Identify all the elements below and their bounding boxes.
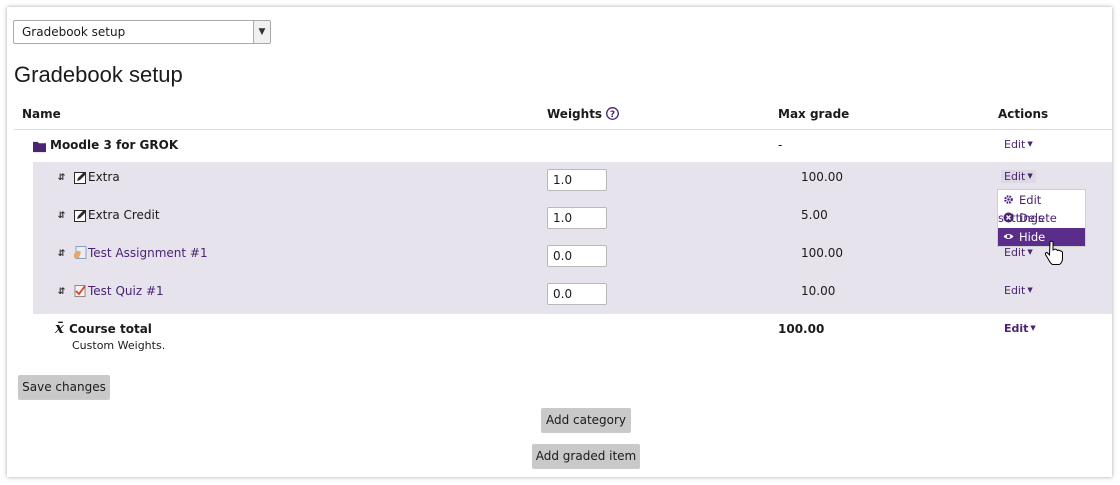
move-icon[interactable]: ⇵	[56, 211, 67, 222]
help-icon[interactable]: ?	[606, 107, 620, 120]
gradebook-view-select-value: Gradebook setup	[22, 25, 126, 39]
category-max-grade: -	[778, 138, 783, 152]
assignment-icon	[74, 246, 87, 259]
course-total-subtext: Custom Weights.	[72, 339, 166, 352]
item-max-grade-extra-credit: 5.00	[801, 208, 828, 222]
menu-item-hide[interactable]: Hide	[998, 228, 1085, 246]
header-divider	[14, 129, 1112, 130]
item-name-extra-credit: Extra Credit	[88, 208, 160, 222]
caret-down-icon: ▼	[1027, 140, 1033, 148]
edit-label: Edit	[1004, 246, 1026, 259]
menu-item-label: Delete	[1019, 211, 1057, 225]
caret-down-icon: ▼	[1030, 324, 1036, 332]
move-icon[interactable]: ⇵	[56, 173, 67, 184]
menu-item-edit-settings[interactable]: Edit settings	[998, 191, 1085, 225]
item-max-grade-extra: 100.00	[801, 170, 843, 184]
item-max-grade-test-assignment: 100.00	[801, 246, 843, 260]
item-name-extra: Extra	[88, 170, 120, 184]
weight-input-extra[interactable]: 1.0	[547, 169, 607, 191]
edit-label: Edit	[1004, 170, 1026, 183]
item-edit-menu-test-assignment[interactable]: Edit ▼	[1004, 246, 1033, 259]
edit-label: Edit	[1004, 322, 1029, 335]
item-name-test-assignment[interactable]: Test Assignment #1	[88, 246, 208, 260]
aggregation-icon: x̄	[55, 319, 64, 337]
add-category-button[interactable]: Add category	[541, 408, 631, 432]
gear-icon	[1004, 195, 1013, 204]
category-edit-menu[interactable]: Edit ▼	[1004, 138, 1033, 151]
add-graded-item-button[interactable]: Add graded item	[532, 444, 640, 468]
manual-grade-icon	[74, 172, 86, 184]
item-max-grade-test-quiz: 10.00	[801, 284, 836, 298]
edit-label: Edit	[1004, 138, 1026, 151]
course-total-max-grade: 100.00	[778, 322, 825, 336]
edit-label: Edit	[1004, 284, 1026, 297]
save-changes-button[interactable]: Save changes	[18, 375, 110, 399]
manual-grade-icon	[74, 210, 86, 222]
column-header-name: Name	[22, 107, 61, 121]
menu-item-label: Hide	[1019, 230, 1046, 244]
svg-text:?: ?	[610, 110, 615, 120]
folder-icon	[33, 141, 46, 153]
eye-icon	[1003, 234, 1014, 239]
caret-down-icon: ▼	[1027, 172, 1033, 180]
delete-icon	[1003, 212, 1014, 223]
column-header-max-grade: Max grade	[778, 107, 850, 121]
weights-label: Weights	[547, 107, 603, 121]
item-name-test-quiz[interactable]: Test Quiz #1	[88, 284, 164, 298]
page-title: Gradebook setup	[14, 62, 183, 87]
weight-input-extra-credit[interactable]: 1.0	[547, 207, 607, 229]
chevron-down-icon[interactable]: ▼	[253, 21, 270, 43]
course-total-name: Course total	[69, 322, 152, 336]
caret-down-icon: ▼	[1027, 286, 1033, 294]
weight-input-test-quiz[interactable]: 0.0	[547, 283, 607, 305]
gradebook-view-select[interactable]: Gradebook setup ▼	[13, 20, 271, 44]
menu-item-delete[interactable]: Delete	[998, 209, 1085, 227]
edit-dropdown-menu: Edit settings Delete Hide	[997, 189, 1086, 247]
column-header-actions: Actions	[998, 107, 1049, 121]
weight-input-test-assignment[interactable]: 0.0	[547, 245, 607, 267]
pointer-cursor-icon	[1044, 240, 1063, 265]
item-edit-menu-test-quiz[interactable]: Edit ▼	[1004, 284, 1033, 297]
move-icon[interactable]: ⇵	[56, 249, 67, 260]
column-header-weights: Weights ?	[547, 107, 620, 121]
category-name: Moodle 3 for GROK	[50, 138, 179, 152]
move-icon[interactable]: ⇵	[56, 287, 67, 298]
quiz-icon	[74, 285, 86, 297]
caret-down-icon: ▼	[1027, 248, 1033, 256]
course-total-edit-menu[interactable]: Edit ▼	[1004, 322, 1036, 335]
item-edit-menu-extra[interactable]: Edit ▼	[1001, 170, 1036, 183]
